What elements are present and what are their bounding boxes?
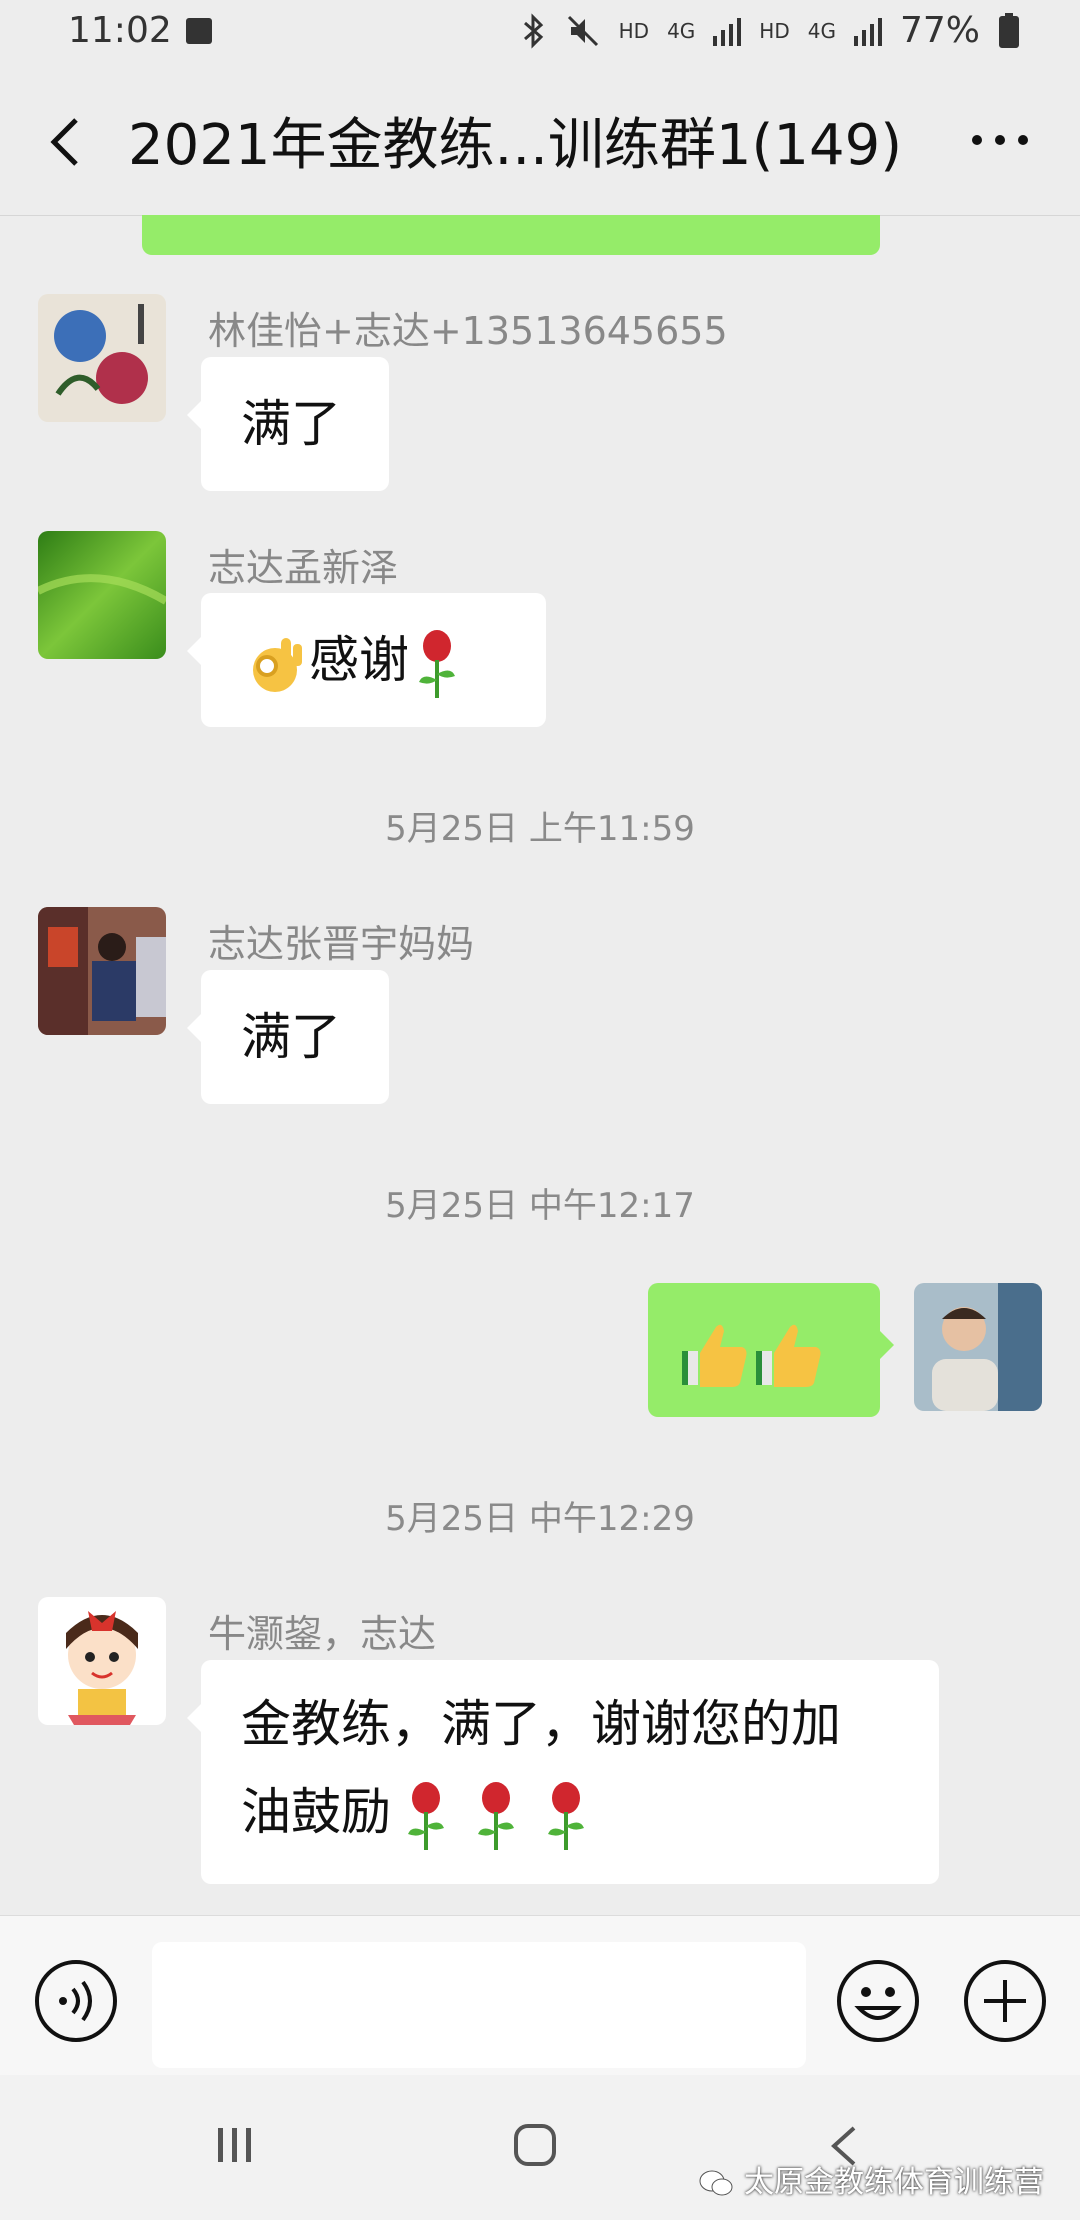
system-nav-bar: 太原金教练体育训练营 bbox=[0, 2075, 1080, 2220]
avatar[interactable] bbox=[38, 294, 166, 422]
my-avatar[interactable] bbox=[914, 1283, 1042, 1411]
more-icon[interactable] bbox=[965, 110, 1035, 170]
signal-icon-2 bbox=[853, 17, 882, 46]
mute-icon bbox=[567, 15, 598, 46]
home-icon[interactable] bbox=[510, 2120, 560, 2170]
battery-icon bbox=[999, 12, 1019, 48]
ok-hand-emoji bbox=[253, 637, 302, 692]
status-icons: HD 4G HD 4G 77% bbox=[521, 10, 1020, 51]
message-bubble[interactable]: 满了 bbox=[187, 357, 389, 491]
rose-emoji bbox=[419, 629, 455, 698]
battery-percent: 77% bbox=[899, 10, 980, 51]
plus-icon[interactable] bbox=[962, 1958, 1048, 2044]
message-text: 感谢 bbox=[309, 631, 409, 689]
sender-name: 志达孟新泽 bbox=[208, 546, 399, 590]
message-input[interactable] bbox=[152, 1942, 806, 2068]
watermark-text: 太原金教练体育训练营 bbox=[744, 2165, 1044, 2200]
timestamp: 5月25日 中午12:29 bbox=[385, 1499, 695, 1539]
4g-label: 4G bbox=[667, 18, 696, 43]
rose-emoji bbox=[548, 1781, 584, 1850]
my-message-bubble[interactable] bbox=[648, 1283, 894, 1417]
sender-name: 志达张晋宇妈妈 bbox=[208, 922, 475, 966]
message-bubble[interactable]: 感谢 bbox=[187, 593, 546, 727]
status-time: 11:02 bbox=[68, 10, 172, 51]
chat-title: 2021年金教练...训练群1(149) bbox=[128, 113, 903, 178]
timestamp: 5月25日 中午12:17 bbox=[385, 1186, 695, 1226]
avatar[interactable] bbox=[38, 907, 166, 1035]
avatar[interactable] bbox=[38, 531, 166, 659]
status-bar: 11:02 HD 4G HD 4G 77% bbox=[0, 0, 1080, 70]
message-text: 满了 bbox=[241, 1008, 341, 1066]
watermark: 太原金教练体育训练营 bbox=[698, 2157, 1044, 2201]
message-bubble[interactable]: 满了 bbox=[187, 970, 389, 1104]
sender-name: 牛灏鋆，志达 bbox=[208, 1612, 437, 1656]
hd-label: HD bbox=[618, 18, 650, 43]
rose-emoji bbox=[408, 1781, 444, 1850]
avatar[interactable] bbox=[38, 1597, 166, 1725]
message-text-line: 金教练，满了，谢谢您的加 bbox=[241, 1695, 841, 1753]
message-text-line: 油鼓励 bbox=[241, 1783, 391, 1841]
thumbs-up-emoji bbox=[756, 1324, 821, 1387]
wechat-icon bbox=[699, 2170, 733, 2195]
notification-check-icon bbox=[186, 18, 212, 44]
thumbs-up-emoji bbox=[682, 1324, 747, 1387]
sender-name: 林佳怡+志达+13513645655 bbox=[208, 309, 728, 353]
signal-icon bbox=[713, 17, 742, 46]
4g-label-2: 4G bbox=[807, 18, 836, 43]
message-input-bar bbox=[0, 1915, 1080, 2076]
rose-emoji bbox=[478, 1781, 514, 1850]
message-text: 满了 bbox=[241, 395, 341, 453]
hd-label-2: HD bbox=[759, 18, 790, 43]
chat-message-list[interactable]: 林佳怡+志达+13513645655 满了 志达孟新泽 感谢 5月25日 上午1… bbox=[0, 215, 1080, 1915]
timestamp: 5月25日 上午11:59 bbox=[385, 809, 695, 849]
chat-header: 2021年金教练...训练群1(149) bbox=[0, 70, 1080, 216]
emoji-icon[interactable] bbox=[835, 1958, 921, 2044]
voice-icon[interactable] bbox=[33, 1958, 119, 2044]
bluetooth-icon bbox=[523, 12, 543, 49]
previous-message-bubble bbox=[142, 215, 880, 255]
back-arrow-icon[interactable] bbox=[40, 112, 100, 172]
recent-apps-icon[interactable] bbox=[210, 2120, 260, 2170]
message-bubble[interactable]: 金教练，满了，谢谢您的加 油鼓励 bbox=[187, 1660, 939, 1884]
